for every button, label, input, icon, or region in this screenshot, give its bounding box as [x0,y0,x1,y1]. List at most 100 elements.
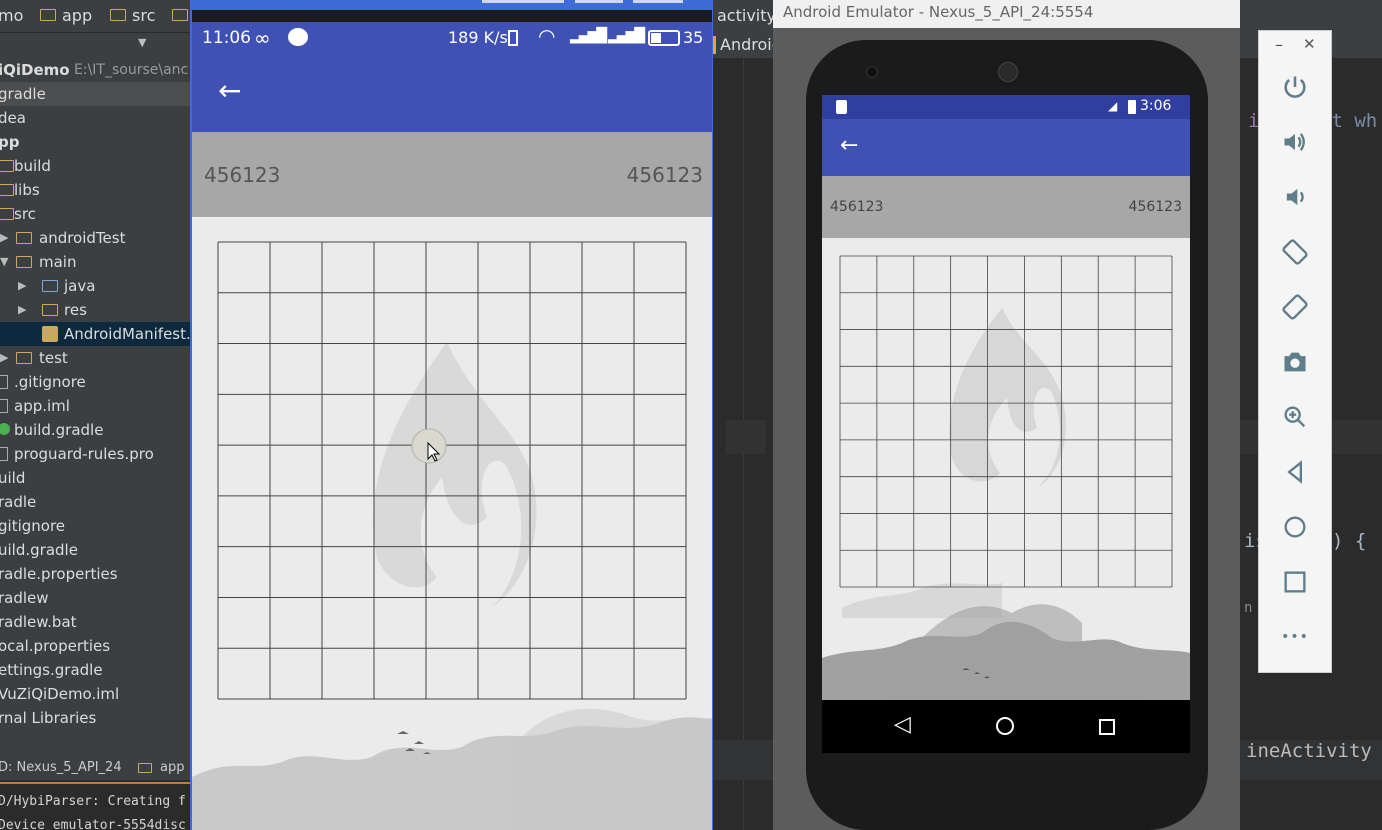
tree-item-gitignore[interactable]: .gitignore [0,370,190,394]
breadcrumb-item-activity[interactable]: activity [717,0,773,32]
tree-item-label: rnal Libraries [0,709,97,727]
tree-item-gradle-root[interactable]: radle [0,490,190,514]
tree-item-build[interactable]: build [0,154,190,178]
manifest-file-icon [42,326,58,342]
nav-back-icon[interactable]: ◁ [894,712,911,737]
status-time: 3:06 [1140,98,1172,114]
tree-item-gradlew[interactable]: radlew [0,586,190,610]
tree-item-build-gradle[interactable]: build.gradle [0,418,190,442]
minimize-button[interactable]: – [1275,35,1283,54]
gomoku-board[interactable] [192,217,713,830]
project-view-dropdown[interactable]: ▼ [0,33,190,55]
arrow-left-icon[interactable]: ← [218,74,241,107]
tree-item-label: test [39,349,68,367]
tab-androidmanifest[interactable]: Androic [720,32,773,58]
lte-signal-icon: ◢ [1108,99,1118,113]
volume-down-button[interactable] [1277,179,1313,215]
volume-down-icon [1286,188,1304,206]
emulator-screen[interactable]: ◢ 3:06 ← 456123 456123 ◁ [822,95,1190,753]
tree-item-src[interactable]: src [0,202,190,226]
tree-item-project-root[interactable]: iQiDemo E:\IT_sourse\anc [0,58,190,82]
nav-overview-icon[interactable] [1099,719,1115,735]
infinity-icon: ∞ [254,26,271,50]
network-speed: 189 K/s [448,28,508,47]
gradle-file-icon [0,423,10,435]
player-two-score: 456123 [1128,199,1182,215]
rotate-right-button[interactable] [1277,289,1313,325]
power-button[interactable] [1277,69,1313,105]
screenshot-button[interactable] [1277,344,1313,380]
editor-footer [713,740,773,780]
tree-item-label: src [14,205,36,223]
sd-card-icon [836,100,847,114]
overview-icon [1284,571,1306,593]
folder-icon [16,232,32,244]
rotate-left-button[interactable] [1277,234,1313,270]
tree-item-gitignore-root[interactable]: gitignore [0,514,190,538]
tree-item-test[interactable]: ▶ test [0,346,190,370]
tree-item-build-root[interactable]: uild [0,466,190,490]
tree-item-label: res [64,301,87,319]
tree-item-app-iml[interactable]: app.iml [0,394,190,418]
tree-item-libs[interactable]: libs [0,178,190,202]
back-button[interactable] [1277,454,1313,490]
tree-item-settings-gradle[interactable]: ettings.gradle [0,658,190,682]
module-label[interactable]: app [160,756,184,780]
tree-item-label: proguard-rules.pro [14,445,154,463]
tree-item-label: app.iml [14,397,70,415]
close-button[interactable]: ✕ [1303,35,1316,53]
resource-folder-icon [42,304,58,316]
project-panel: mo app src ▼ iQiDemo E:\IT_sourse\anc gr… [0,0,190,830]
volume-up-button[interactable] [1277,124,1313,160]
back-icon [1287,460,1302,484]
device-label[interactable]: D: Nexus_5_API_24 [0,756,122,780]
zoom-icon [1284,406,1306,428]
tree-item-external-libraries[interactable]: rnal Libraries [0,706,190,730]
tree-item-res[interactable]: ▶ res [0,298,190,322]
chevron-right-icon[interactable]: ▶ [0,346,8,370]
tree-item-label: build.gradle [14,421,104,439]
editor-breadcrumb [1240,0,1382,32]
tree-item-build-gradle-root[interactable]: uild.gradle [0,538,190,562]
ink-landscape [822,583,1190,700]
tree-item-app[interactable]: pp [0,130,190,154]
tree-item-androidtest[interactable]: ▶ androidTest [0,226,190,250]
tree-item-idea[interactable]: dea [0,106,190,130]
gomoku-board[interactable] [822,238,1190,700]
status-time: 11:06 [202,28,251,48]
chevron-down-icon[interactable]: ▼ [0,250,8,274]
speaker-grille [998,62,1018,82]
score-bar: 456123 456123 [822,176,1190,238]
tree-item-gradlew-bat[interactable]: radlew.bat [0,610,190,634]
tree-item-local-properties[interactable]: ocal.properties [0,634,190,658]
more-button[interactable]: ••• [1277,619,1313,655]
arrow-left-icon[interactable]: ← [840,133,858,158]
emulator-app-header: ← [822,119,1190,176]
tree-item-java[interactable]: ▶ java [0,274,190,298]
file-icon [0,447,8,461]
zoom-button[interactable] [1277,399,1313,435]
android-nav-bar: ◁ [822,700,1190,753]
battery-icon [1128,100,1136,114]
breadcrumb-item-project[interactable]: mo [0,6,23,25]
tree-item-label: pp [0,133,20,151]
breadcrumb-item-src[interactable]: src [132,6,155,25]
more-icon: ••• [1281,629,1309,645]
chevron-right-icon[interactable]: ▶ [18,274,26,298]
home-button[interactable] [1277,509,1313,545]
tree-item-gradle-properties[interactable]: radle.properties [0,562,190,586]
folder-icon [0,160,14,172]
tree-item-project-iml[interactable]: VuZiQiDemo.iml [0,682,190,706]
tree-item-label: uild [0,469,26,487]
nav-home-icon[interactable] [996,717,1014,735]
breadcrumb-item-app[interactable]: app [62,6,92,25]
tree-item-gradle[interactable]: gradle [0,82,190,106]
chevron-right-icon[interactable]: ▶ [0,226,8,250]
editor-breadcrumb: activity [713,0,773,32]
tree-item-proguard[interactable]: proguard-rules.pro [0,442,190,466]
camera-icon [1284,352,1306,372]
chevron-right-icon[interactable]: ▶ [18,298,26,322]
tree-item-main[interactable]: ▼ main [0,250,190,274]
overview-button[interactable] [1277,564,1313,600]
tree-item-androidmanifest[interactable]: AndroidManifest. [0,322,190,346]
